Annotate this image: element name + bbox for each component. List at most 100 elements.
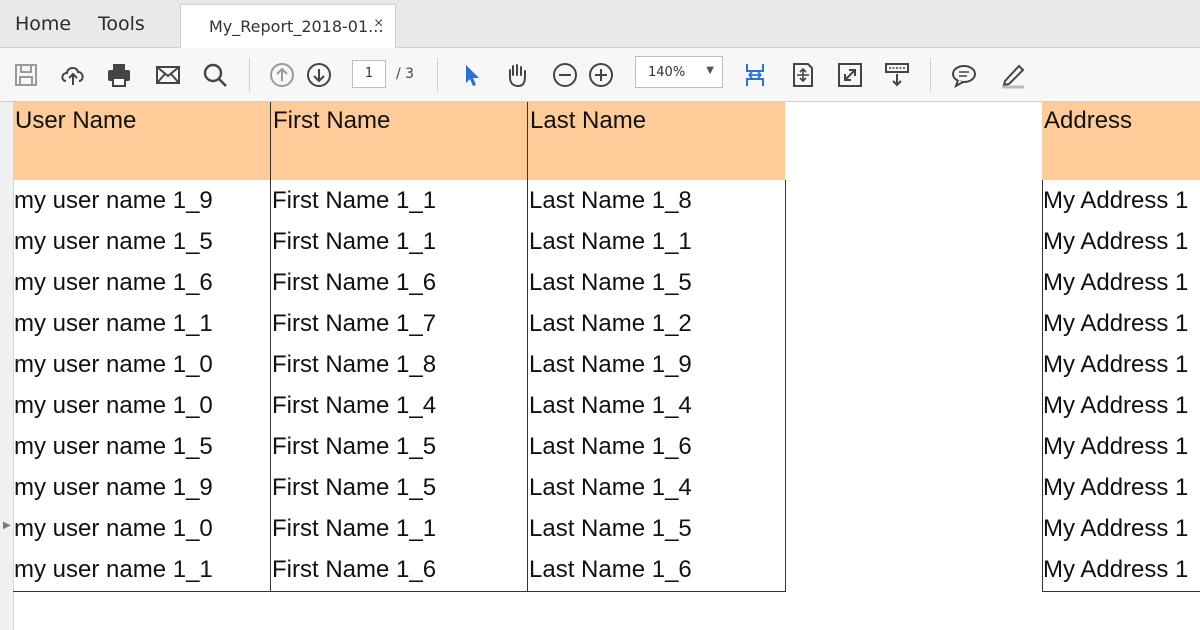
table-cell: First Name 1_6 [272,269,437,296]
table-cell: First Name 1_1 [272,187,437,214]
table-cell: My Address 1 [1043,515,1189,542]
table-cell: First Name 1_5 [272,433,437,460]
fit-width-button[interactable] [738,58,772,92]
save-icon [15,64,37,86]
table-cell: My Address 1 [1043,310,1189,337]
table-cell: Last Name 1_5 [529,515,692,542]
expand-icon [838,63,862,87]
envelope-icon [156,66,180,84]
pen-icon [1002,64,1025,89]
table-cell: My Address 1 [1043,351,1189,378]
table-cell: First Name 1_8 [272,351,437,378]
table-cell: my user name 1_9 [14,187,213,214]
fit-page-button[interactable] [786,58,820,92]
header-first-name: First Name [271,102,528,180]
header-last-name: Last Name [528,102,785,180]
fit-page-icon [793,63,813,87]
header-address: Address [1042,102,1200,180]
header-user-name: User Name [13,102,270,180]
chevron-down-icon: ▼ [706,65,714,76]
print-button[interactable] [102,58,136,92]
menu-home[interactable]: Home [15,13,71,35]
menu-bar: Home Tools My_Report_2018-01... × [0,0,1200,48]
column-last-name: Last Name Last Name 1_8 Last Name 1_1 La… [527,102,785,592]
table-cell: My Address 1 [1043,556,1189,583]
document-view[interactable]: ▶ User Name my user name 1_9 my user nam… [0,102,1200,630]
search-icon [203,63,227,87]
table-cell: my user name 1_0 [14,351,213,378]
cloud-upload-icon [61,67,84,85]
table-cell: my user name 1_0 [14,392,213,419]
table-cell: My Address 1 [1043,474,1189,501]
table-cell: My Address 1 [1043,392,1189,419]
table-cell: my user name 1_6 [14,269,213,296]
next-page-button[interactable] [302,58,336,92]
zoom-level-select[interactable]: 140% ▼ [635,56,723,88]
table-cell: First Name 1_1 [272,228,437,255]
comment-button[interactable] [947,58,981,92]
search-button[interactable] [198,58,232,92]
table-cell: Last Name 1_9 [529,351,692,378]
table-cell: Last Name 1_5 [529,269,692,296]
address-bottom-border [1042,591,1200,592]
comment-icon [952,65,976,89]
table-cell: First Name 1_6 [272,556,437,583]
page-number-input[interactable]: 1 [352,60,386,88]
expand-panel-icon[interactable]: ▶ [3,520,11,531]
document-tab[interactable]: My_Report_2018-01... × [180,4,396,48]
zoom-level-value: 140% [648,65,686,80]
full-screen-button[interactable] [833,58,867,92]
scroll-mode-button[interactable] [880,58,914,92]
fit-width-icon [746,64,764,86]
table-cell: First Name 1_4 [272,392,437,419]
address-left-border [1042,180,1043,592]
table-cell: Last Name 1_1 [529,228,692,255]
previous-page-button[interactable] [265,58,299,92]
highlight-button[interactable] [996,58,1030,92]
arrow-up-circle-icon [270,63,294,87]
table-right-border [785,180,786,592]
table-cell: My Address 1 [1043,187,1189,214]
save-button[interactable] [9,58,43,92]
toolbar-separator [249,58,250,92]
page-total: / 3 [396,66,415,82]
table-cell: Last Name 1_4 [529,392,692,419]
close-tab-button[interactable]: × [374,15,383,33]
zoom-out-button[interactable] [548,58,582,92]
table-cell: Last Name 1_6 [529,556,692,583]
toolbar-separator [930,58,931,92]
table-cell: Last Name 1_6 [529,433,692,460]
column-user-name: User Name my user name 1_9 my user name … [13,102,270,590]
table-cell: Last Name 1_8 [529,187,692,214]
column-first-name: First Name First Name 1_1 First Name 1_1… [270,102,528,592]
column-address: Address My Address 1 My Address 1 My Add… [1042,102,1200,590]
left-gutter: ▶ [0,102,14,630]
zoom-in-button[interactable] [584,58,618,92]
zoom-out-icon [553,63,577,87]
email-button[interactable] [151,58,185,92]
hand-icon [509,64,526,88]
table-cell: First Name 1_7 [272,310,437,337]
select-tool-button[interactable] [455,58,489,92]
table-cell: My Address 1 [1043,433,1189,460]
table-cell: My Address 1 [1043,269,1189,296]
table-cell: my user name 1_1 [14,310,213,337]
arrow-down-circle-icon [307,63,331,87]
print-icon [108,64,130,87]
document-tab-title: My_Report_2018-01... [209,17,384,36]
menu-tools[interactable]: Tools [98,13,145,35]
pointer-arrow-icon [466,65,479,86]
table-cell: Last Name 1_4 [529,474,692,501]
upload-button[interactable] [56,58,90,92]
table-cell: my user name 1_5 [14,433,213,460]
table-cell: First Name 1_5 [272,474,437,501]
table-bottom-border [13,591,786,592]
toolbar: 1 / 3 140% ▼ [0,48,1200,102]
hand-tool-button[interactable] [500,58,534,92]
table-cell: my user name 1_5 [14,228,213,255]
table-cell: my user name 1_9 [14,474,213,501]
table-cell: Last Name 1_2 [529,310,692,337]
table-cell: my user name 1_1 [14,556,213,583]
keyboard-scroll-icon [885,63,909,87]
toolbar-separator [437,58,438,92]
